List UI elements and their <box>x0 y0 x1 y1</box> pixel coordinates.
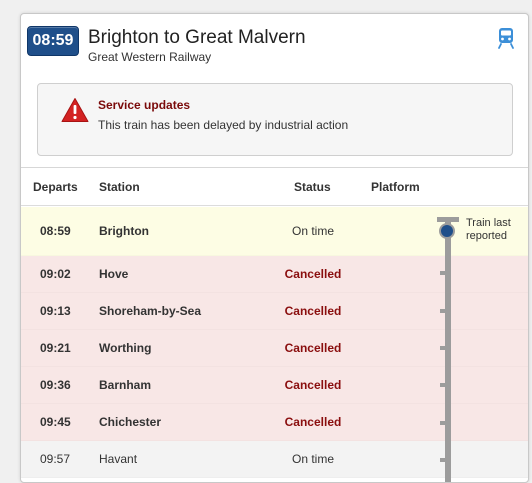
departure-time-badge: 08:59 <box>27 26 79 56</box>
journey-card: 08:59 Brighton to Great Malvern Great We… <box>20 13 529 483</box>
departure-time: 09:02 <box>40 267 71 281</box>
train-last-reported-label: Train last reported <box>466 217 511 242</box>
departure-time: 09:45 <box>40 415 71 429</box>
departure-time: 09:57 <box>40 452 71 466</box>
table-row[interactable]: 09:02 Hove Cancelled <box>21 256 528 293</box>
departure-time: 08:59 <box>40 224 71 238</box>
station-name: Chichester <box>99 415 162 429</box>
departure-time: 09:13 <box>40 304 71 318</box>
column-header-departs: Departs <box>33 180 78 194</box>
status-text: Cancelled <box>284 341 342 355</box>
status-text: Cancelled <box>284 267 342 281</box>
station-name: Brighton <box>99 224 149 238</box>
stops-table-body: 08:59 Brighton On time 09:02 Hove Cancel… <box>21 207 528 478</box>
station-name: Barnham <box>99 378 152 392</box>
stop-tick <box>440 271 445 275</box>
stop-tick <box>440 383 445 387</box>
route-title: Brighton to Great Malvern <box>88 27 306 48</box>
station-name: Shoreham-by-Sea <box>99 304 202 318</box>
train-position-marker-icon <box>439 223 455 239</box>
stops-table-header: Departs Station Status Platform <box>21 168 528 206</box>
table-row[interactable]: 09:13 Shoreham-by-Sea Cancelled <box>21 293 528 330</box>
stop-tick <box>440 458 445 462</box>
status-text: Cancelled <box>284 304 342 318</box>
status-text: On time <box>291 452 334 466</box>
station-name: Worthing <box>99 341 152 355</box>
route-track-line <box>445 220 451 482</box>
stop-tick <box>440 309 445 313</box>
departure-time: 09:21 <box>40 341 71 355</box>
table-row[interactable]: 09:36 Barnham Cancelled <box>21 367 528 404</box>
table-row[interactable]: 09:45 Chichester Cancelled <box>21 404 528 441</box>
station-name: Havant <box>99 452 138 466</box>
column-header-station: Station <box>99 180 140 194</box>
stop-tick <box>440 421 445 425</box>
route-track-cap <box>437 217 459 222</box>
train-icon <box>498 28 514 49</box>
station-name: Hove <box>99 267 129 281</box>
operator-name: Great Western Railway <box>88 50 212 64</box>
alert-title: Service updates <box>98 98 191 112</box>
status-text: Cancelled <box>284 415 342 429</box>
table-row[interactable]: 09:21 Worthing Cancelled <box>21 330 528 367</box>
status-text: On time <box>291 224 334 238</box>
journey-header: 08:59 Brighton to Great Malvern Great We… <box>21 14 528 72</box>
table-row[interactable]: 09:57 Havant On time <box>21 441 528 478</box>
alert-message: This train has been delayed by industria… <box>98 118 349 132</box>
departure-time: 09:36 <box>40 378 71 392</box>
column-header-platform: Platform <box>371 180 420 194</box>
column-header-status: Status <box>294 180 331 194</box>
service-updates-alert: Service updates This train has been dela… <box>37 83 513 156</box>
status-text: Cancelled <box>284 378 342 392</box>
stop-tick <box>440 346 445 350</box>
warning-triangle-icon <box>61 98 89 122</box>
